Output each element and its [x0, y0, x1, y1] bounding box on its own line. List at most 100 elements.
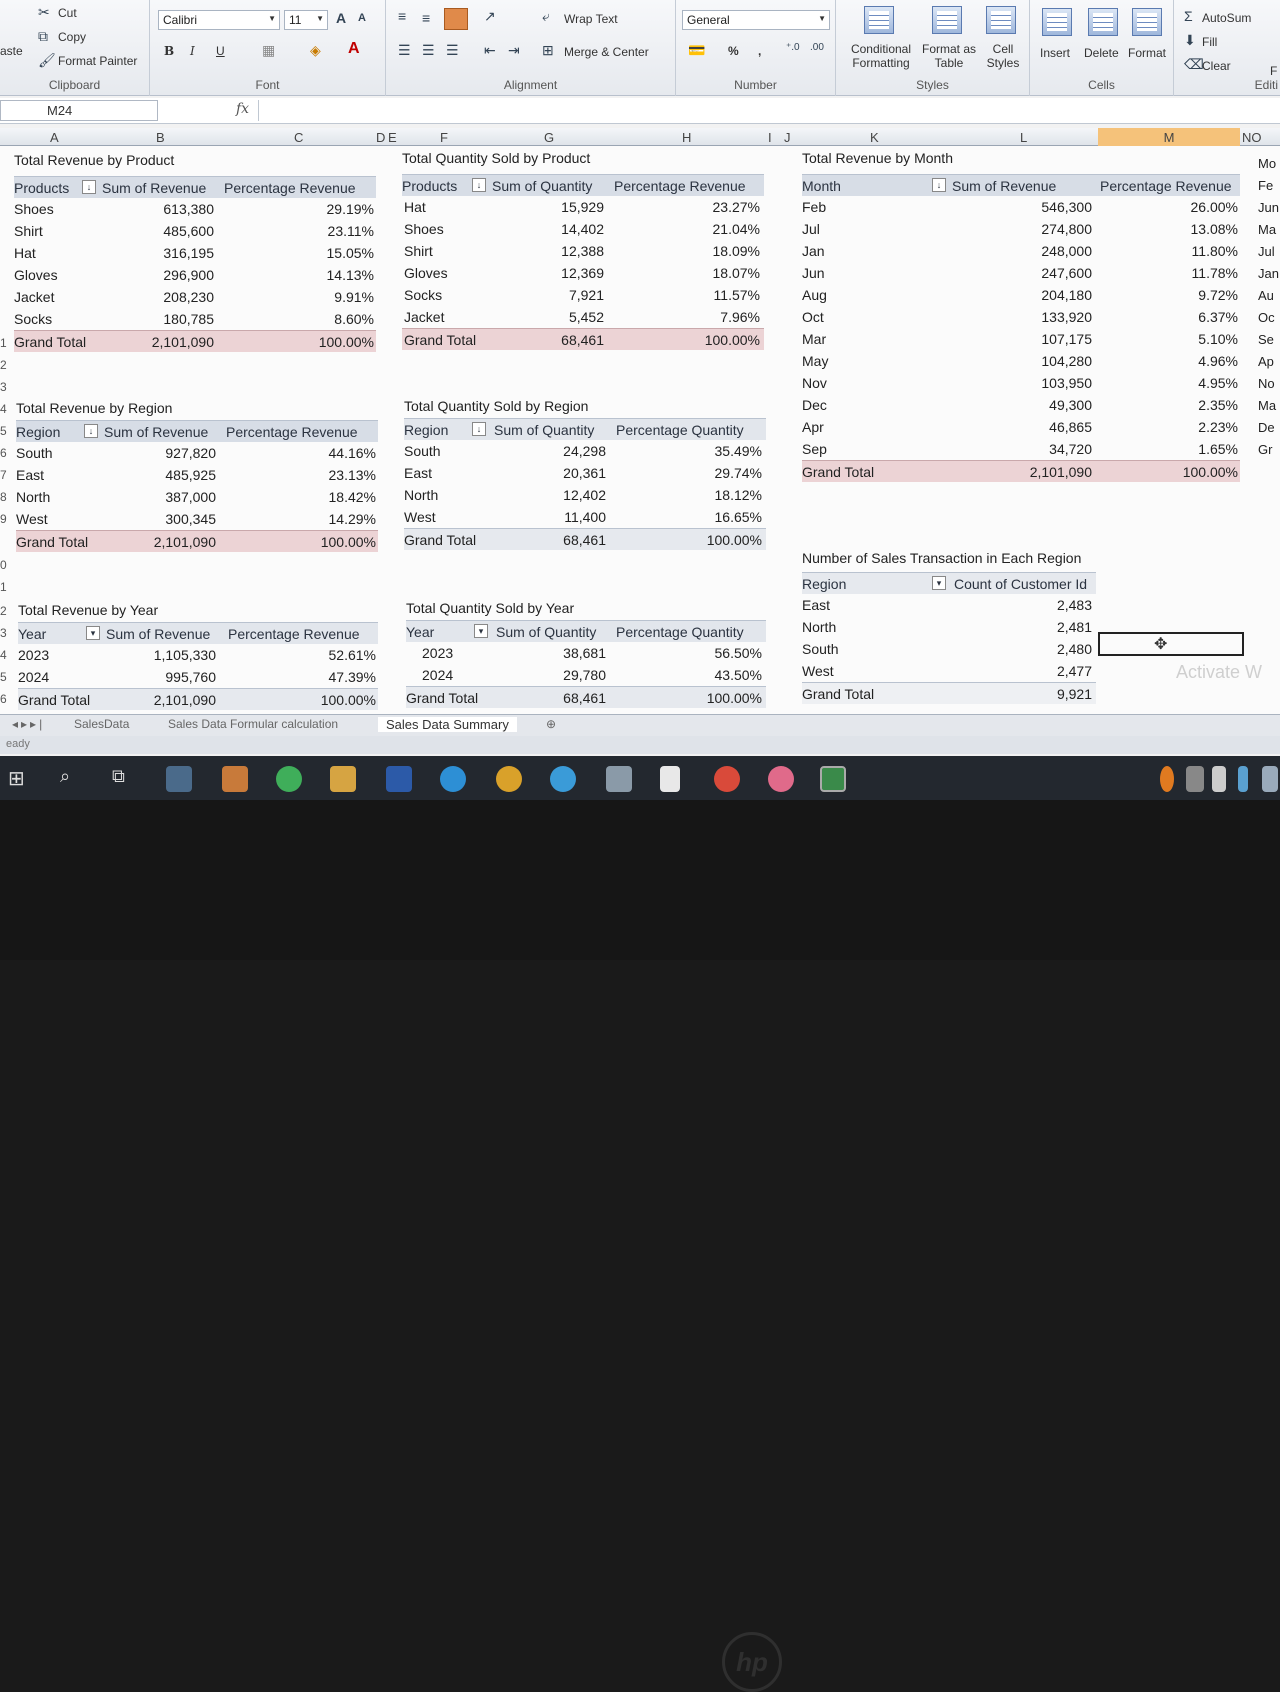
fill-color-icon[interactable]: ◈	[310, 42, 321, 59]
decrease-indent-icon[interactable]: ⇤	[484, 42, 496, 59]
table-row[interactable]: South 927,820 44.16%	[16, 442, 378, 464]
table-row[interactable]: 2023 1,105,330 52.61%	[18, 644, 378, 666]
conditional-formatting-button[interactable]: Conditional Formatting	[842, 42, 920, 70]
table-row[interactable]: Shoes 14,402 21.04%	[402, 218, 764, 240]
task-view-icon[interactable]: ⧉	[112, 766, 138, 792]
conditional-formatting-icon[interactable]	[864, 6, 894, 34]
fill-button[interactable]: Fill	[1202, 35, 1217, 49]
col-header-g[interactable]: G	[544, 130, 554, 145]
grand-total-row[interactable]: Grand Total 9,921	[802, 682, 1096, 704]
copy-button[interactable]: Copy	[58, 30, 86, 44]
table-row[interactable]: Jul 274,800 13.08%	[802, 218, 1240, 240]
shrink-font-icon[interactable]: A	[358, 12, 366, 24]
row-number[interactable]: 9	[0, 512, 10, 526]
table-row[interactable]: South 24,298 35.49%	[404, 440, 766, 462]
table-row[interactable]: North 387,000 18.42%	[16, 486, 378, 508]
cell-styles-icon[interactable]	[986, 6, 1016, 34]
search-icon[interactable]: ⌕	[60, 766, 86, 792]
col-header-j[interactable]: J	[784, 130, 791, 145]
notification-icon[interactable]	[1262, 766, 1278, 792]
row-number[interactable]: 0	[0, 558, 10, 572]
table-row[interactable]: Oct 133,920 6.37%	[802, 306, 1240, 328]
calculator-icon[interactable]	[166, 766, 192, 792]
chrome-profile-icon[interactable]	[768, 766, 794, 792]
table-row[interactable]: 2024 995,760 47.39%	[18, 666, 378, 688]
row-number[interactable]: 8	[0, 490, 10, 504]
table-row[interactable]: North 2,481	[802, 616, 1096, 638]
table-row[interactable]: Shoes 613,380 29.19%	[14, 198, 376, 220]
fill-icon[interactable]: ⬇	[1184, 32, 1196, 49]
align-right-icon[interactable]: ☰	[446, 42, 459, 59]
currency-icon[interactable]: 💳	[688, 42, 705, 59]
table-row[interactable]: East 20,361 29.74%	[404, 462, 766, 484]
whatsapp-icon[interactable]	[276, 766, 302, 792]
table-row[interactable]: Gloves 12,369 18.07%	[402, 262, 764, 284]
filter-sort-icon[interactable]: ↓	[84, 424, 98, 438]
comma-button[interactable]: ,	[758, 44, 761, 58]
table-row[interactable]: West 2,477	[802, 660, 1096, 682]
underline-button[interactable]: U	[216, 44, 225, 58]
autosum-button[interactable]: AutoSum	[1202, 11, 1251, 25]
eraser-icon[interactable]: ⌫	[1184, 56, 1204, 73]
row-number[interactable]: 7	[0, 468, 10, 482]
grand-total-row[interactable]: Grand Total 68,461 100.00%	[406, 686, 766, 708]
table-row[interactable]: Jacket 5,452 7.96%	[402, 306, 764, 328]
delete-button[interactable]: Delete	[1084, 46, 1119, 60]
align-center-icon[interactable]: ☰	[422, 42, 435, 59]
increase-indent-icon[interactable]: ⇥	[508, 42, 520, 59]
borders-icon[interactable]: ▦	[262, 42, 275, 59]
name-box[interactable]: M24	[0, 100, 158, 121]
fx-icon[interactable]: fx	[236, 101, 249, 117]
font-name-select[interactable]: Calibri ▼	[158, 10, 280, 30]
col-header-c[interactable]: C	[294, 130, 303, 145]
table-row[interactable]: Socks 180,785 8.60%	[14, 308, 376, 330]
row-number[interactable]: 5	[0, 670, 10, 684]
edge-icon[interactable]	[440, 766, 466, 792]
grand-total-row[interactable]: Grand Total 68,461 100.00%	[402, 328, 764, 350]
table-row[interactable]: Dec 49,300 2.35%	[802, 394, 1240, 416]
filter-sort-icon[interactable]: ↓	[932, 178, 946, 192]
selected-cell-m24[interactable]	[1098, 632, 1244, 656]
insert-button[interactable]: Insert	[1040, 46, 1070, 60]
insert-cells-icon[interactable]	[1042, 8, 1072, 36]
sheet-tab-formula-calculation[interactable]: Sales Data Formular calculation	[168, 717, 338, 731]
filter-dropdown-icon[interactable]: ▾	[474, 624, 488, 638]
excel-icon[interactable]	[820, 766, 846, 792]
scissors-icon[interactable]: ✂	[38, 4, 50, 21]
tray-fire-icon[interactable]	[1160, 766, 1174, 792]
row-number[interactable]: 3	[0, 380, 10, 394]
grand-total-row[interactable]: Grand Total 2,101,090 100.00%	[16, 530, 378, 552]
table-row[interactable]: Mar 107,175 5.10%	[802, 328, 1240, 350]
align-middle-icon[interactable]: ≡	[422, 10, 430, 26]
grand-total-row[interactable]: Grand Total 2,101,090 100.00%	[14, 330, 376, 352]
clear-button[interactable]: Clear	[1202, 59, 1231, 73]
cell-styles-button[interactable]: Cell Styles	[980, 42, 1026, 70]
align-bottom-icon[interactable]	[444, 8, 468, 30]
merge-center-button[interactable]: Merge & Center	[564, 45, 649, 59]
increase-decimal-icon[interactable]: ⁺.0	[786, 42, 800, 53]
row-number[interactable]: 6	[0, 446, 10, 460]
col-header-m[interactable]: M	[1098, 128, 1240, 146]
table-row[interactable]: North 12,402 18.12%	[404, 484, 766, 506]
row-number[interactable]: 2	[0, 604, 10, 618]
grand-total-row[interactable]: Grand Total 68,461 100.00%	[404, 528, 766, 550]
filter-sort-icon[interactable]: ↓	[472, 178, 486, 192]
format-as-table-button[interactable]: Format as Table	[920, 42, 978, 70]
worksheet-grid[interactable]: 1 2 3 4 5 6 7 8 9 0 1 2 3 4 5 6 Total Re…	[0, 146, 1280, 714]
snipping-tool-icon[interactable]	[606, 766, 632, 792]
sheet-nav-arrows-icon[interactable]: ◂▸▸|	[12, 717, 45, 731]
col-header-i[interactable]: I	[768, 130, 772, 145]
new-sheet-icon[interactable]: ⊕	[546, 717, 556, 731]
col-header-h[interactable]: H	[682, 130, 691, 145]
grow-font-icon[interactable]: A	[336, 10, 346, 26]
table-row[interactable]: Feb 546,300 26.00%	[802, 196, 1240, 218]
format-cells-icon[interactable]	[1132, 8, 1162, 36]
col-header-k[interactable]: K	[870, 130, 879, 145]
filter-sort-icon[interactable]: ↓	[82, 180, 96, 194]
filter-dropdown-icon[interactable]: ▾	[86, 626, 100, 640]
row-number[interactable]: 4	[0, 648, 10, 662]
number-format-select[interactable]: General ▼	[682, 10, 830, 30]
table-row[interactable]: Apr 46,865 2.23%	[802, 416, 1240, 438]
chrome-alt-icon[interactable]	[714, 766, 740, 792]
table-row[interactable]: Aug 204,180 9.72%	[802, 284, 1240, 306]
